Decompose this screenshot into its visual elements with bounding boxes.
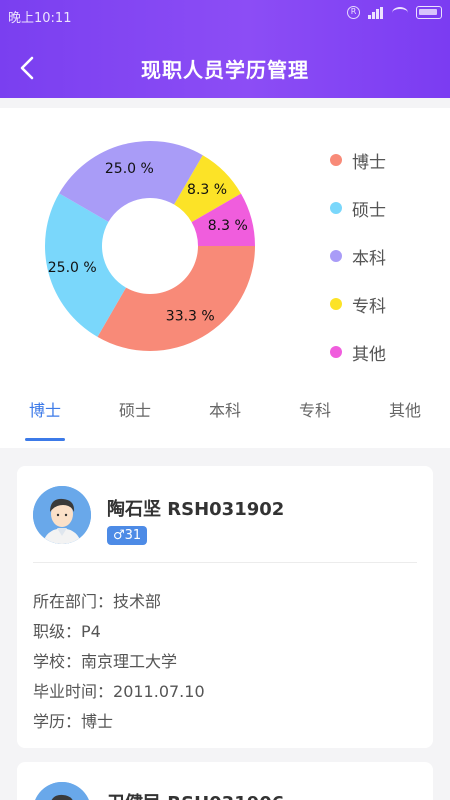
active-tab-indicator xyxy=(25,438,65,441)
chart-legend: 博士 硕士 本科 专科 其他 xyxy=(330,136,386,376)
info-row-rank: 职级：P4 xyxy=(33,618,101,642)
chart-panel: 33.3 % 25.0 % 25.0 % 8.3 % 8.3 % 博士 硕士 本科 专科… xyxy=(0,108,450,448)
legend-label: 本科 xyxy=(352,248,386,269)
legend-dot xyxy=(330,154,342,166)
status-time: 晚上10:11 xyxy=(8,11,72,26)
user-avatar-icon xyxy=(33,782,91,800)
tab-bachelor[interactable]: 本科 xyxy=(180,390,270,448)
person-card[interactable]: 卫健民 RSH031906 xyxy=(17,762,433,800)
legend-item-associate: 专科 xyxy=(330,280,386,328)
status-bar: 晚上10:11 R xyxy=(0,0,450,30)
info-row-graduation: 毕业时间：2011.07.10 xyxy=(33,678,205,702)
tab-other[interactable]: 其他 xyxy=(360,390,450,448)
slice-label: 8.3 % xyxy=(208,218,248,234)
user-avatar-icon xyxy=(33,486,91,544)
legend-dot xyxy=(330,346,342,358)
education-tabs: 博士 硕士 本科 专科 其他 xyxy=(0,390,450,448)
info-value: 南京理工大学 xyxy=(81,652,178,671)
legend-item-bachelor: 本科 xyxy=(330,232,386,280)
signal-icon xyxy=(368,6,384,19)
slice-label: 8.3 % xyxy=(187,182,227,198)
info-value: 博士 xyxy=(81,712,114,731)
info-value: P4 xyxy=(81,622,101,641)
info-label: 毕业时间： xyxy=(33,682,114,701)
legend-label: 博士 xyxy=(352,152,386,173)
legend-dot xyxy=(330,250,342,262)
app-header: 晚上10:11 R 现职人员学历管理 xyxy=(0,0,450,98)
avatar xyxy=(33,486,91,544)
legend-dot xyxy=(330,298,342,310)
card-divider xyxy=(33,562,417,563)
slice-label: 25.0 % xyxy=(48,260,97,276)
legend-dot xyxy=(330,202,342,214)
slice-phd[interactable] xyxy=(97,246,256,351)
info-value: 技术部 xyxy=(113,592,162,611)
info-row-school: 学校：南京理工大学 xyxy=(33,648,177,672)
gender-age-badge: ♂31 xyxy=(107,526,148,545)
info-label: 学校： xyxy=(33,652,82,671)
r-icon: R xyxy=(347,6,360,19)
info-label: 所在部门： xyxy=(33,592,114,611)
legend-item-other: 其他 xyxy=(330,328,386,376)
battery-icon xyxy=(416,6,442,19)
slice-label: 25.0 % xyxy=(105,161,154,177)
avatar xyxy=(33,782,91,800)
info-label: 学历： xyxy=(33,712,82,731)
education-donut-chart: 33.3 % 25.0 % 25.0 % 8.3 % 8.3 % xyxy=(44,140,256,351)
person-name: 陶石坚 RSH031902 xyxy=(107,499,285,520)
page-title: 现职人员学历管理 xyxy=(141,58,309,82)
info-row-department: 所在部门：技术部 xyxy=(33,588,161,612)
info-row-education: 学历：博士 xyxy=(33,708,113,732)
legend-label: 专科 xyxy=(352,296,386,317)
legend-item-phd: 博士 xyxy=(330,136,386,184)
legend-label: 硕士 xyxy=(352,200,386,221)
legend-item-master: 硕士 xyxy=(330,184,386,232)
person-card[interactable]: 陶石坚 RSH031902 ♂31 所在部门：技术部 职级：P4 学校：南京理工… xyxy=(17,466,433,748)
info-label: 职级： xyxy=(33,622,82,641)
wifi-icon xyxy=(392,6,408,19)
info-value: 2011.07.10 xyxy=(113,682,205,701)
status-icons: R xyxy=(347,6,442,19)
slice-label: 33.3 % xyxy=(166,309,215,325)
legend-label: 其他 xyxy=(352,344,386,365)
person-name: 卫健民 RSH031906 xyxy=(107,789,284,800)
tab-master[interactable]: 硕士 xyxy=(90,390,180,448)
tab-associate[interactable]: 专科 xyxy=(270,390,360,448)
